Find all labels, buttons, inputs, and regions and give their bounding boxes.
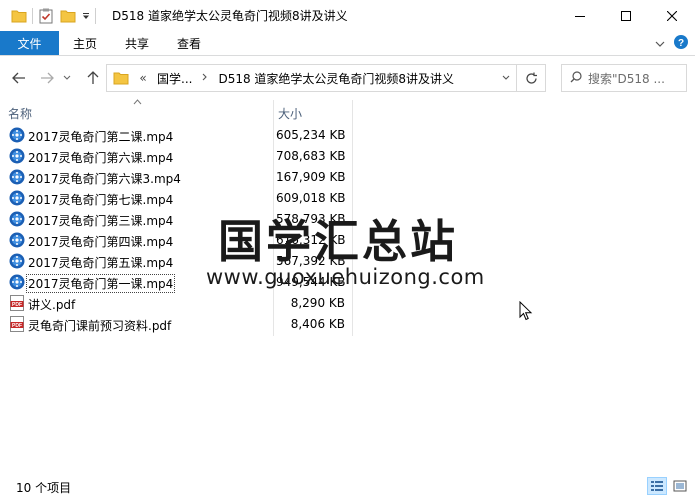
title-bar: D518 道家绝学太公灵龟奇门视频8讲及讲义 bbox=[0, 0, 695, 31]
window-controls bbox=[557, 0, 695, 31]
file-name: 2017灵龟奇门第一课.mp4 bbox=[25, 274, 176, 293]
tab-view[interactable]: 查看 bbox=[163, 31, 215, 55]
file-name: 2017灵龟奇门第四课.mp4 bbox=[28, 235, 174, 249]
maximize-icon[interactable] bbox=[603, 0, 649, 31]
file-row[interactable]: 2017灵龟奇门第六课3.mp4 167,909 KB bbox=[0, 167, 695, 188]
item-count: 10 个项目 bbox=[16, 481, 72, 495]
video-file-icon bbox=[9, 232, 25, 248]
breadcrumb-item-current[interactable]: D518 道家绝学太公灵龟奇门视频8讲及讲义 bbox=[212, 70, 460, 87]
svg-text:PDF: PDF bbox=[12, 302, 22, 308]
back-icon[interactable] bbox=[8, 67, 30, 89]
column-header-size[interactable]: 大小 bbox=[278, 105, 302, 122]
file-size: 8,290 KB bbox=[290, 296, 345, 310]
properties-icon[interactable] bbox=[35, 5, 57, 27]
details-view-icon[interactable] bbox=[647, 477, 667, 495]
file-size: 167,909 KB bbox=[276, 170, 346, 184]
ribbon-right: ? bbox=[655, 31, 689, 56]
tab-home[interactable]: 主页 bbox=[59, 31, 111, 55]
video-file-icon bbox=[9, 274, 25, 290]
sort-ascending-icon bbox=[133, 98, 142, 108]
refresh-icon[interactable] bbox=[516, 65, 545, 91]
address-bar[interactable]: « 国学... D518 道家绝学太公灵龟奇门视频8讲及讲义 bbox=[106, 64, 546, 92]
new-folder-icon[interactable] bbox=[57, 5, 79, 27]
file-name: 2017灵龟奇门第七课.mp4 bbox=[28, 193, 174, 207]
forward-icon[interactable] bbox=[36, 67, 58, 89]
file-name: 2017灵龟奇门第二课.mp4 bbox=[28, 130, 174, 144]
file-size: 708,683 KB bbox=[276, 149, 346, 163]
file-row[interactable]: 2017灵龟奇门第二课.mp4 605,234 KB bbox=[0, 125, 695, 146]
file-name: 2017灵龟奇门第六课.mp4 bbox=[28, 151, 174, 165]
video-file-icon bbox=[9, 190, 25, 206]
file-row[interactable]: 2017灵龟奇门第六课.mp4 708,683 KB bbox=[0, 146, 695, 167]
breadcrumb-overflow[interactable]: « bbox=[135, 71, 151, 85]
file-row[interactable]: PDF 讲义.pdf 8,290 KB bbox=[0, 293, 695, 314]
chevron-right-icon[interactable] bbox=[198, 73, 212, 84]
svg-text:PDF: PDF bbox=[12, 323, 22, 329]
folder-icon bbox=[107, 65, 135, 91]
navigation-bar: « 国学... D518 道家绝学太公灵龟奇门视频8讲及讲义 搜索"D518 .… bbox=[0, 56, 695, 100]
quick-access-toolbar bbox=[0, 0, 98, 31]
close-icon[interactable] bbox=[649, 0, 695, 31]
video-file-icon bbox=[9, 169, 25, 185]
column-headers: 名称 大小 bbox=[0, 98, 695, 124]
minimize-icon[interactable] bbox=[557, 0, 603, 31]
search-icon bbox=[570, 70, 582, 86]
watermark-chinese: 国学汇总站 bbox=[218, 215, 459, 268]
video-file-icon bbox=[9, 211, 25, 227]
breadcrumb-item[interactable]: 国学... bbox=[151, 70, 198, 87]
file-name: 讲义.pdf bbox=[28, 298, 76, 312]
column-header-name[interactable]: 名称 bbox=[8, 105, 32, 122]
customize-quick-access-icon[interactable] bbox=[79, 5, 93, 27]
large-icons-view-icon[interactable] bbox=[670, 477, 690, 495]
file-size: 8,406 KB bbox=[290, 317, 345, 331]
file-row[interactable]: PDF 灵龟奇门课前预习资料.pdf 8,406 KB bbox=[0, 314, 695, 335]
file-name: 2017灵龟奇门第六课3.mp4 bbox=[28, 172, 181, 186]
file-name: 灵龟奇门课前预习资料.pdf bbox=[28, 319, 172, 333]
video-file-icon bbox=[9, 253, 25, 269]
search-placeholder: 搜索"D518 ... bbox=[588, 71, 665, 86]
watermark-url: www.guoxuehuizong.com bbox=[206, 265, 485, 289]
search-input[interactable]: 搜索"D518 ... bbox=[561, 64, 687, 92]
recent-locations-icon[interactable] bbox=[60, 67, 74, 89]
tab-share[interactable]: 共享 bbox=[111, 31, 163, 55]
folder-icon bbox=[8, 5, 30, 27]
tab-file[interactable]: 文件 bbox=[0, 31, 59, 55]
file-size: 609,018 KB bbox=[276, 191, 346, 205]
ribbon-tabs: 文件 主页 共享 查看 ? bbox=[0, 31, 695, 56]
up-icon[interactable] bbox=[82, 67, 104, 89]
mouse-cursor-icon bbox=[519, 300, 533, 321]
address-dropdown-icon[interactable] bbox=[496, 65, 516, 91]
file-name: 2017灵龟奇门第三课.mp4 bbox=[28, 214, 174, 228]
window-title: D518 道家绝学太公灵龟奇门视频8讲及讲义 bbox=[112, 9, 348, 23]
video-file-icon bbox=[9, 127, 25, 143]
video-file-icon bbox=[9, 148, 25, 164]
status-bar: 10 个项目 bbox=[0, 475, 695, 498]
file-size: 605,234 KB bbox=[276, 128, 346, 142]
svg-text:?: ? bbox=[678, 38, 684, 49]
file-name: 2017灵龟奇门第五课.mp4 bbox=[28, 256, 174, 270]
qa-separator bbox=[95, 7, 96, 24]
qa-separator bbox=[32, 7, 33, 24]
pdf-file-icon: PDF bbox=[9, 295, 25, 311]
expand-ribbon-icon[interactable] bbox=[655, 37, 665, 51]
pdf-file-icon: PDF bbox=[9, 316, 25, 332]
help-icon[interactable]: ? bbox=[673, 34, 689, 53]
